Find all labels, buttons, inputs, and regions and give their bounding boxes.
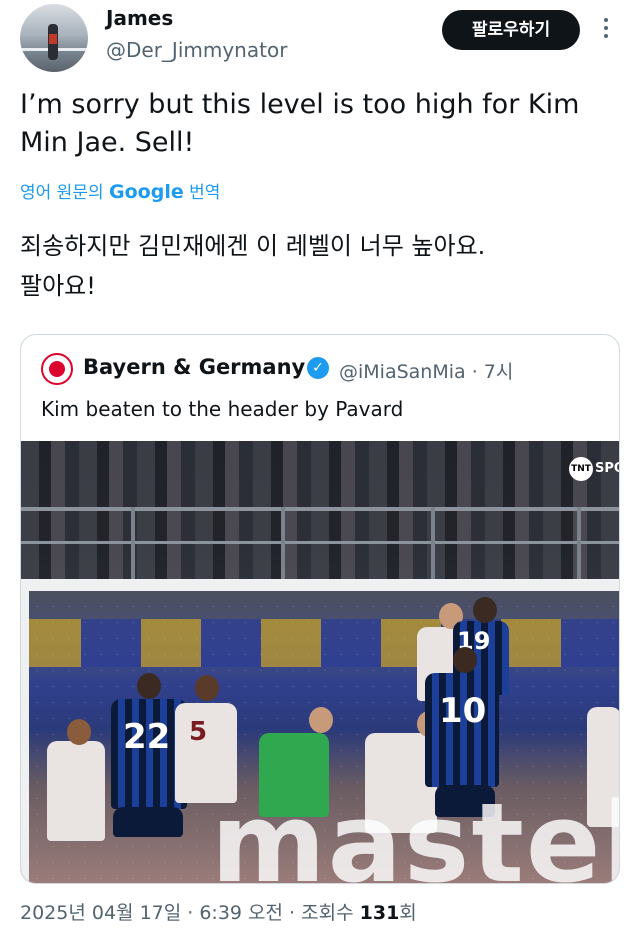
broadcaster-logo: TNT [569,457,593,481]
author-name[interactable]: James [106,6,173,30]
translation-attribution[interactable]: 영어 원문의 Google 번역 [20,178,220,203]
quoted-author-name[interactable]: Bayern & Germany [83,355,305,379]
quoted-tweet-card[interactable]: Bayern & Germany ✓ @iMiaSanMia · 7시 Kim … [20,334,620,884]
view-count-suffix: 회 [399,902,417,924]
translation-prefix: 영어 원문의 [20,183,110,203]
verified-badge-icon: ✓ [307,357,329,379]
more-vertical-icon[interactable] [598,14,614,44]
translation-suffix: 번역 [183,183,221,203]
avatar-figure-detail [49,34,57,44]
quoted-tweet-text: Kim beaten to the header by Pavard [41,397,404,421]
tweet-text-line1: I’m sorry but this level is too high for… [20,89,580,120]
jersey-number-10: 10 [439,691,487,731]
google-logo-text: Google [109,181,184,203]
author-avatar[interactable] [20,4,88,72]
stand-railing-lower [21,541,619,544]
quoted-media-image[interactable]: 22 5 19 10 mastel TNT SPO [21,441,620,884]
railing-post [281,507,285,579]
translated-text: 죄송하지만 김민재에겐 이 레벨이 너무 높아요. 팔아요! [20,226,610,306]
jersey-number-22: 22 [123,717,171,757]
tweet-meta: 2025년 04월 17일 · 6:39 오전 · 조회수 131회 [20,898,417,925]
tweet-text: I’m sorry but this level is too high for… [20,86,610,162]
player-head [453,647,477,673]
tweet-text-line2: Min Jae. Sell! [20,127,195,158]
player-head [195,675,219,701]
railing-post [131,507,135,579]
railing-post [431,507,435,579]
goalkeeper-head [309,707,333,733]
translated-text-line2: 팔아요! [20,272,96,300]
railing-post [577,507,581,579]
ad-board-lettering: mastel [211,779,620,884]
author-handle[interactable]: @Der_Jimmynator [106,38,287,62]
quoted-author-handle-time[interactable]: @iMiaSanMia · 7시 [339,357,513,384]
stadium-crowd [21,441,619,581]
player-head [137,673,161,699]
jersey-number-5: 5 [189,717,208,747]
player-head [67,719,91,745]
player-defender [47,741,105,841]
tweet-timestamp[interactable]: 2025년 04월 17일 · 6:39 오전 · 조회수 [20,902,360,924]
stand-railing [21,507,619,511]
follow-button[interactable]: 팔로우하기 [442,10,580,50]
player-shorts [113,807,183,837]
view-count: 131 [359,902,400,924]
goal-crossbar [21,579,619,591]
player-head [473,597,497,623]
translated-text-line1: 죄송하지만 김민재에겐 이 레벨이 너무 높아요. [20,232,486,260]
quoted-author-avatar[interactable] [41,353,73,385]
broadcaster-text: SPO [595,461,619,476]
